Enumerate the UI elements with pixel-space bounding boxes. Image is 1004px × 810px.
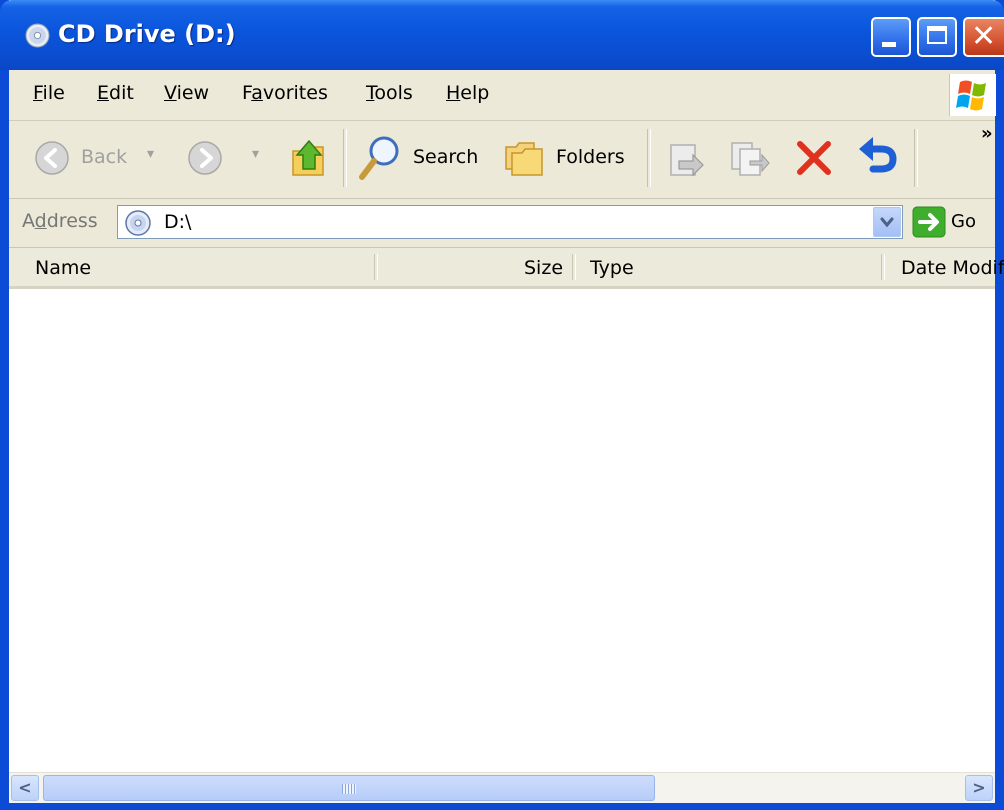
close-button[interactable]: ✕ [963, 17, 1004, 57]
menu-favorites[interactable]: Favorites [242, 82, 328, 104]
close-icon: ✕ [971, 19, 997, 54]
minimize-icon [882, 42, 896, 47]
menu-view[interactable]: View [164, 82, 209, 104]
scrollbar-grip [342, 784, 356, 794]
maximize-icon [927, 26, 947, 44]
up-folder-icon[interactable] [289, 135, 329, 179]
back-icon[interactable] [34, 140, 70, 176]
chevron-down-icon [880, 217, 894, 228]
toolbar-separator [343, 129, 347, 187]
delete-icon[interactable] [794, 138, 834, 178]
folders-button[interactable]: Folders [556, 146, 625, 168]
title-bar[interactable]: CD Drive (D:) ✕ [0, 0, 1004, 70]
search-icon[interactable] [356, 133, 402, 183]
address-value[interactable]: D:\ [164, 211, 191, 233]
maximize-button[interactable] [917, 17, 957, 57]
cd-drive-icon [25, 23, 50, 48]
move-to-icon[interactable] [665, 137, 705, 179]
file-list[interactable] [9, 289, 995, 772]
chevron-left-icon: < [18, 778, 32, 797]
minimize-button[interactable] [871, 17, 911, 57]
undo-icon[interactable] [855, 135, 899, 179]
address-input[interactable]: D:\ [117, 205, 903, 239]
list-header: Name Size Type Date Modif [9, 248, 1004, 289]
window-title: CD Drive (D:) [58, 20, 236, 48]
chevron-right-icon: > [972, 778, 986, 797]
go-arrow-icon[interactable] [912, 206, 946, 238]
go-button[interactable]: Go [951, 211, 976, 232]
menu-tools[interactable]: Tools [366, 82, 413, 104]
scroll-left-button[interactable]: < [11, 775, 39, 801]
column-divider[interactable] [374, 254, 378, 280]
folders-icon[interactable] [502, 137, 548, 179]
back-button[interactable]: Back [81, 146, 127, 168]
column-divider[interactable] [572, 254, 576, 280]
copy-to-icon[interactable] [728, 137, 770, 179]
column-size[interactable]: Size [524, 257, 563, 279]
column-date-modified[interactable]: Date Modif [901, 257, 1004, 279]
search-button[interactable]: Search [413, 146, 478, 168]
forward-icon[interactable] [187, 140, 223, 176]
menu-edit[interactable]: Edit [97, 82, 134, 104]
column-divider[interactable] [881, 254, 885, 280]
toolbar-separator [647, 129, 651, 187]
menu-help[interactable]: Help [446, 82, 489, 104]
windows-flag-icon [956, 80, 986, 111]
menu-bar: File Edit View Favorites Tools Help [9, 70, 996, 121]
address-label: Address [22, 210, 98, 232]
address-dropdown-button[interactable] [873, 207, 901, 237]
scroll-right-button[interactable]: > [965, 775, 993, 801]
address-bar: Address D:\ Go [9, 199, 995, 248]
back-dropdown-arrow[interactable]: ▾ [147, 146, 154, 162]
menu-file[interactable]: File [33, 82, 65, 104]
scrollbar-thumb[interactable] [43, 775, 655, 801]
horizontal-scrollbar[interactable]: < > [9, 772, 995, 803]
windows-logo [949, 74, 996, 116]
standard-toolbar: Back ▾ ▾ Search Folders » [9, 121, 995, 199]
forward-dropdown-arrow[interactable]: ▾ [252, 146, 259, 162]
column-type[interactable]: Type [590, 257, 634, 279]
toolbar-overflow-chevron[interactable]: » [981, 123, 993, 144]
toolbar-separator [914, 129, 918, 187]
column-name[interactable]: Name [35, 257, 91, 279]
cd-drive-icon [125, 210, 151, 236]
